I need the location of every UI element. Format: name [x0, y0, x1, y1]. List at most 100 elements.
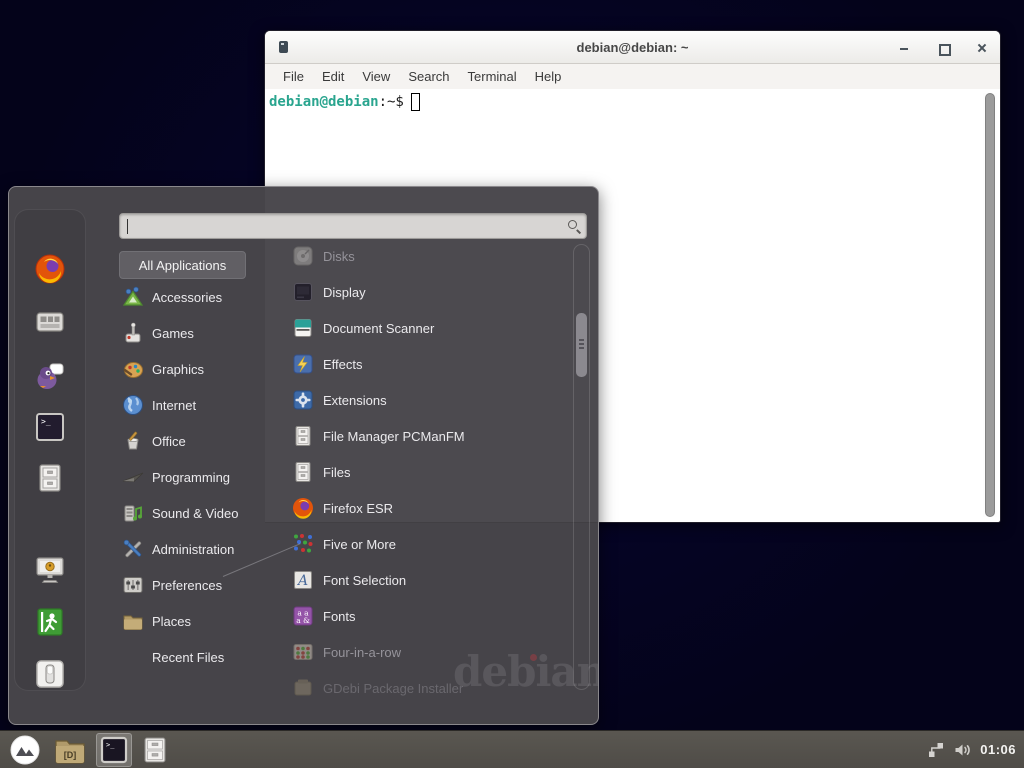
network-icon[interactable]: [927, 741, 945, 759]
internet-icon: [121, 393, 145, 417]
category-administration[interactable]: Administration: [119, 531, 285, 567]
terminal-icon[interactable]: >_: [34, 411, 66, 443]
accessories-icon: [121, 285, 145, 309]
maximize-icon[interactable]: [937, 42, 949, 54]
file-manager-launcher[interactable]: [138, 733, 172, 767]
category-accessories[interactable]: Accessories: [119, 279, 285, 315]
firefox-icon[interactable]: [34, 253, 66, 285]
prompt-user-host: debian@debian: [269, 94, 379, 110]
menu-button-icon: [10, 735, 40, 765]
preferences-icon: [121, 573, 145, 597]
app-font-selection[interactable]: A Font Selection: [291, 562, 567, 598]
four-in-a-row-icon: [291, 640, 315, 664]
search-caret: [127, 219, 128, 234]
package-manager-icon[interactable]: [34, 306, 66, 338]
app-extensions[interactable]: Extensions: [291, 382, 567, 418]
app-document-scanner[interactable]: Document Scanner: [291, 310, 567, 346]
logout-icon[interactable]: [34, 606, 66, 638]
category-recent-files[interactable]: Recent Files: [119, 639, 285, 675]
app-four-in-a-row[interactable]: Four-in-a-row: [291, 634, 567, 670]
office-icon: [121, 429, 145, 453]
terminal-scrollbar[interactable]: [985, 93, 995, 517]
category-internet[interactable]: Internet: [119, 387, 285, 423]
app-file-manager-pcmanfm[interactable]: File Manager PCManFM: [291, 418, 567, 454]
files-icon: [291, 460, 315, 484]
svg-text:>_: >_: [106, 741, 115, 749]
file-manager-icon[interactable]: [34, 462, 66, 494]
terminal-title: debian@debian: ~: [265, 40, 1000, 55]
menu-terminal[interactable]: Terminal: [459, 66, 526, 87]
category-preferences[interactable]: Preferences: [119, 567, 285, 603]
close-icon[interactable]: [976, 42, 988, 54]
disks-icon: [291, 244, 315, 268]
app-display[interactable]: Display: [291, 274, 567, 310]
gdebi-icon: [291, 676, 315, 700]
app-gdebi-package-installer[interactable]: GDebi Package Installer: [291, 670, 567, 706]
app-files[interactable]: Files: [291, 454, 567, 490]
menu-scrollbar-track[interactable]: [573, 244, 590, 690]
svg-text:[D]: [D]: [64, 750, 77, 760]
administration-icon: [121, 537, 145, 561]
fonts-icon: a aa &: [291, 604, 315, 628]
menu-button[interactable]: [6, 733, 44, 767]
application-list: Disks Display Document Scanner Effects E…: [291, 238, 567, 706]
places-icon: [121, 609, 145, 633]
folder-launcher[interactable]: [D]: [50, 733, 90, 767]
category-sound-video[interactable]: Sound & Video: [119, 495, 285, 531]
taskbar: [D] >_ 01:06: [0, 730, 1024, 768]
menu-help[interactable]: Help: [526, 66, 571, 87]
shutdown-icon[interactable]: [34, 658, 66, 690]
svg-text:a &: a &: [296, 616, 310, 625]
menu-edit[interactable]: Edit: [313, 66, 353, 87]
sound-video-icon: [121, 501, 145, 525]
document-scanner-icon: [291, 316, 315, 340]
all-applications-label: All Applications: [139, 258, 226, 273]
app-fonts[interactable]: a aa & Fonts: [291, 598, 567, 634]
effects-icon: [291, 352, 315, 376]
terminal-app-icon: [279, 41, 288, 53]
system-tray: 01:06: [927, 741, 1016, 759]
category-list: Accessories Games Graphics Internet Offi…: [119, 279, 285, 675]
prompt-suffix: :~$: [379, 94, 404, 110]
terminal-prompt: debian@debian:~$: [269, 93, 420, 111]
extensions-icon: [291, 388, 315, 412]
app-five-or-more[interactable]: Five or More: [291, 526, 567, 562]
app-effects[interactable]: Effects: [291, 346, 567, 382]
favorites-column: >_: [14, 209, 86, 691]
app-disks[interactable]: Disks: [291, 238, 567, 274]
category-graphics[interactable]: Graphics: [119, 351, 285, 387]
games-icon: [121, 321, 145, 345]
menu-file[interactable]: File: [274, 66, 313, 87]
svg-text:A: A: [296, 573, 308, 589]
file-cabinet-icon: [142, 736, 168, 764]
menu-search[interactable]: Search: [399, 66, 458, 87]
category-games[interactable]: Games: [119, 315, 285, 351]
pidgin-icon[interactable]: [34, 360, 66, 392]
terminal-scrollbar-track[interactable]: [983, 93, 997, 517]
firefox-icon: [291, 496, 315, 520]
file-manager-icon: [291, 424, 315, 448]
display-icon: [291, 280, 315, 304]
all-applications-button[interactable]: All Applications: [119, 251, 246, 279]
five-or-more-icon: [291, 532, 315, 556]
volume-icon[interactable]: [953, 741, 972, 759]
category-programming[interactable]: Programming: [119, 459, 285, 495]
search-icon: [568, 220, 577, 229]
menu-scrollbar[interactable]: [576, 313, 587, 377]
folder-icon: [D]: [54, 736, 86, 764]
lock-screen-icon[interactable]: [34, 554, 66, 586]
terminal-cursor: [411, 93, 420, 111]
desktop: debian@debian: ~ File Edit View Search T…: [0, 0, 1024, 768]
terminal-task[interactable]: >_: [96, 733, 132, 767]
search-input[interactable]: [119, 213, 587, 239]
app-firefox-esr[interactable]: Firefox ESR: [291, 490, 567, 526]
menu-view[interactable]: View: [353, 66, 399, 87]
terminal-titlebar[interactable]: debian@debian: ~: [265, 31, 1000, 64]
category-office[interactable]: Office: [119, 423, 285, 459]
terminal-menubar: File Edit View Search Terminal Help: [265, 64, 1000, 89]
category-places[interactable]: Places: [119, 603, 285, 639]
clock[interactable]: 01:06: [980, 742, 1016, 757]
font-selection-icon: A: [291, 568, 315, 592]
minimize-icon[interactable]: [898, 42, 910, 54]
application-menu: debian >_: [8, 186, 599, 725]
